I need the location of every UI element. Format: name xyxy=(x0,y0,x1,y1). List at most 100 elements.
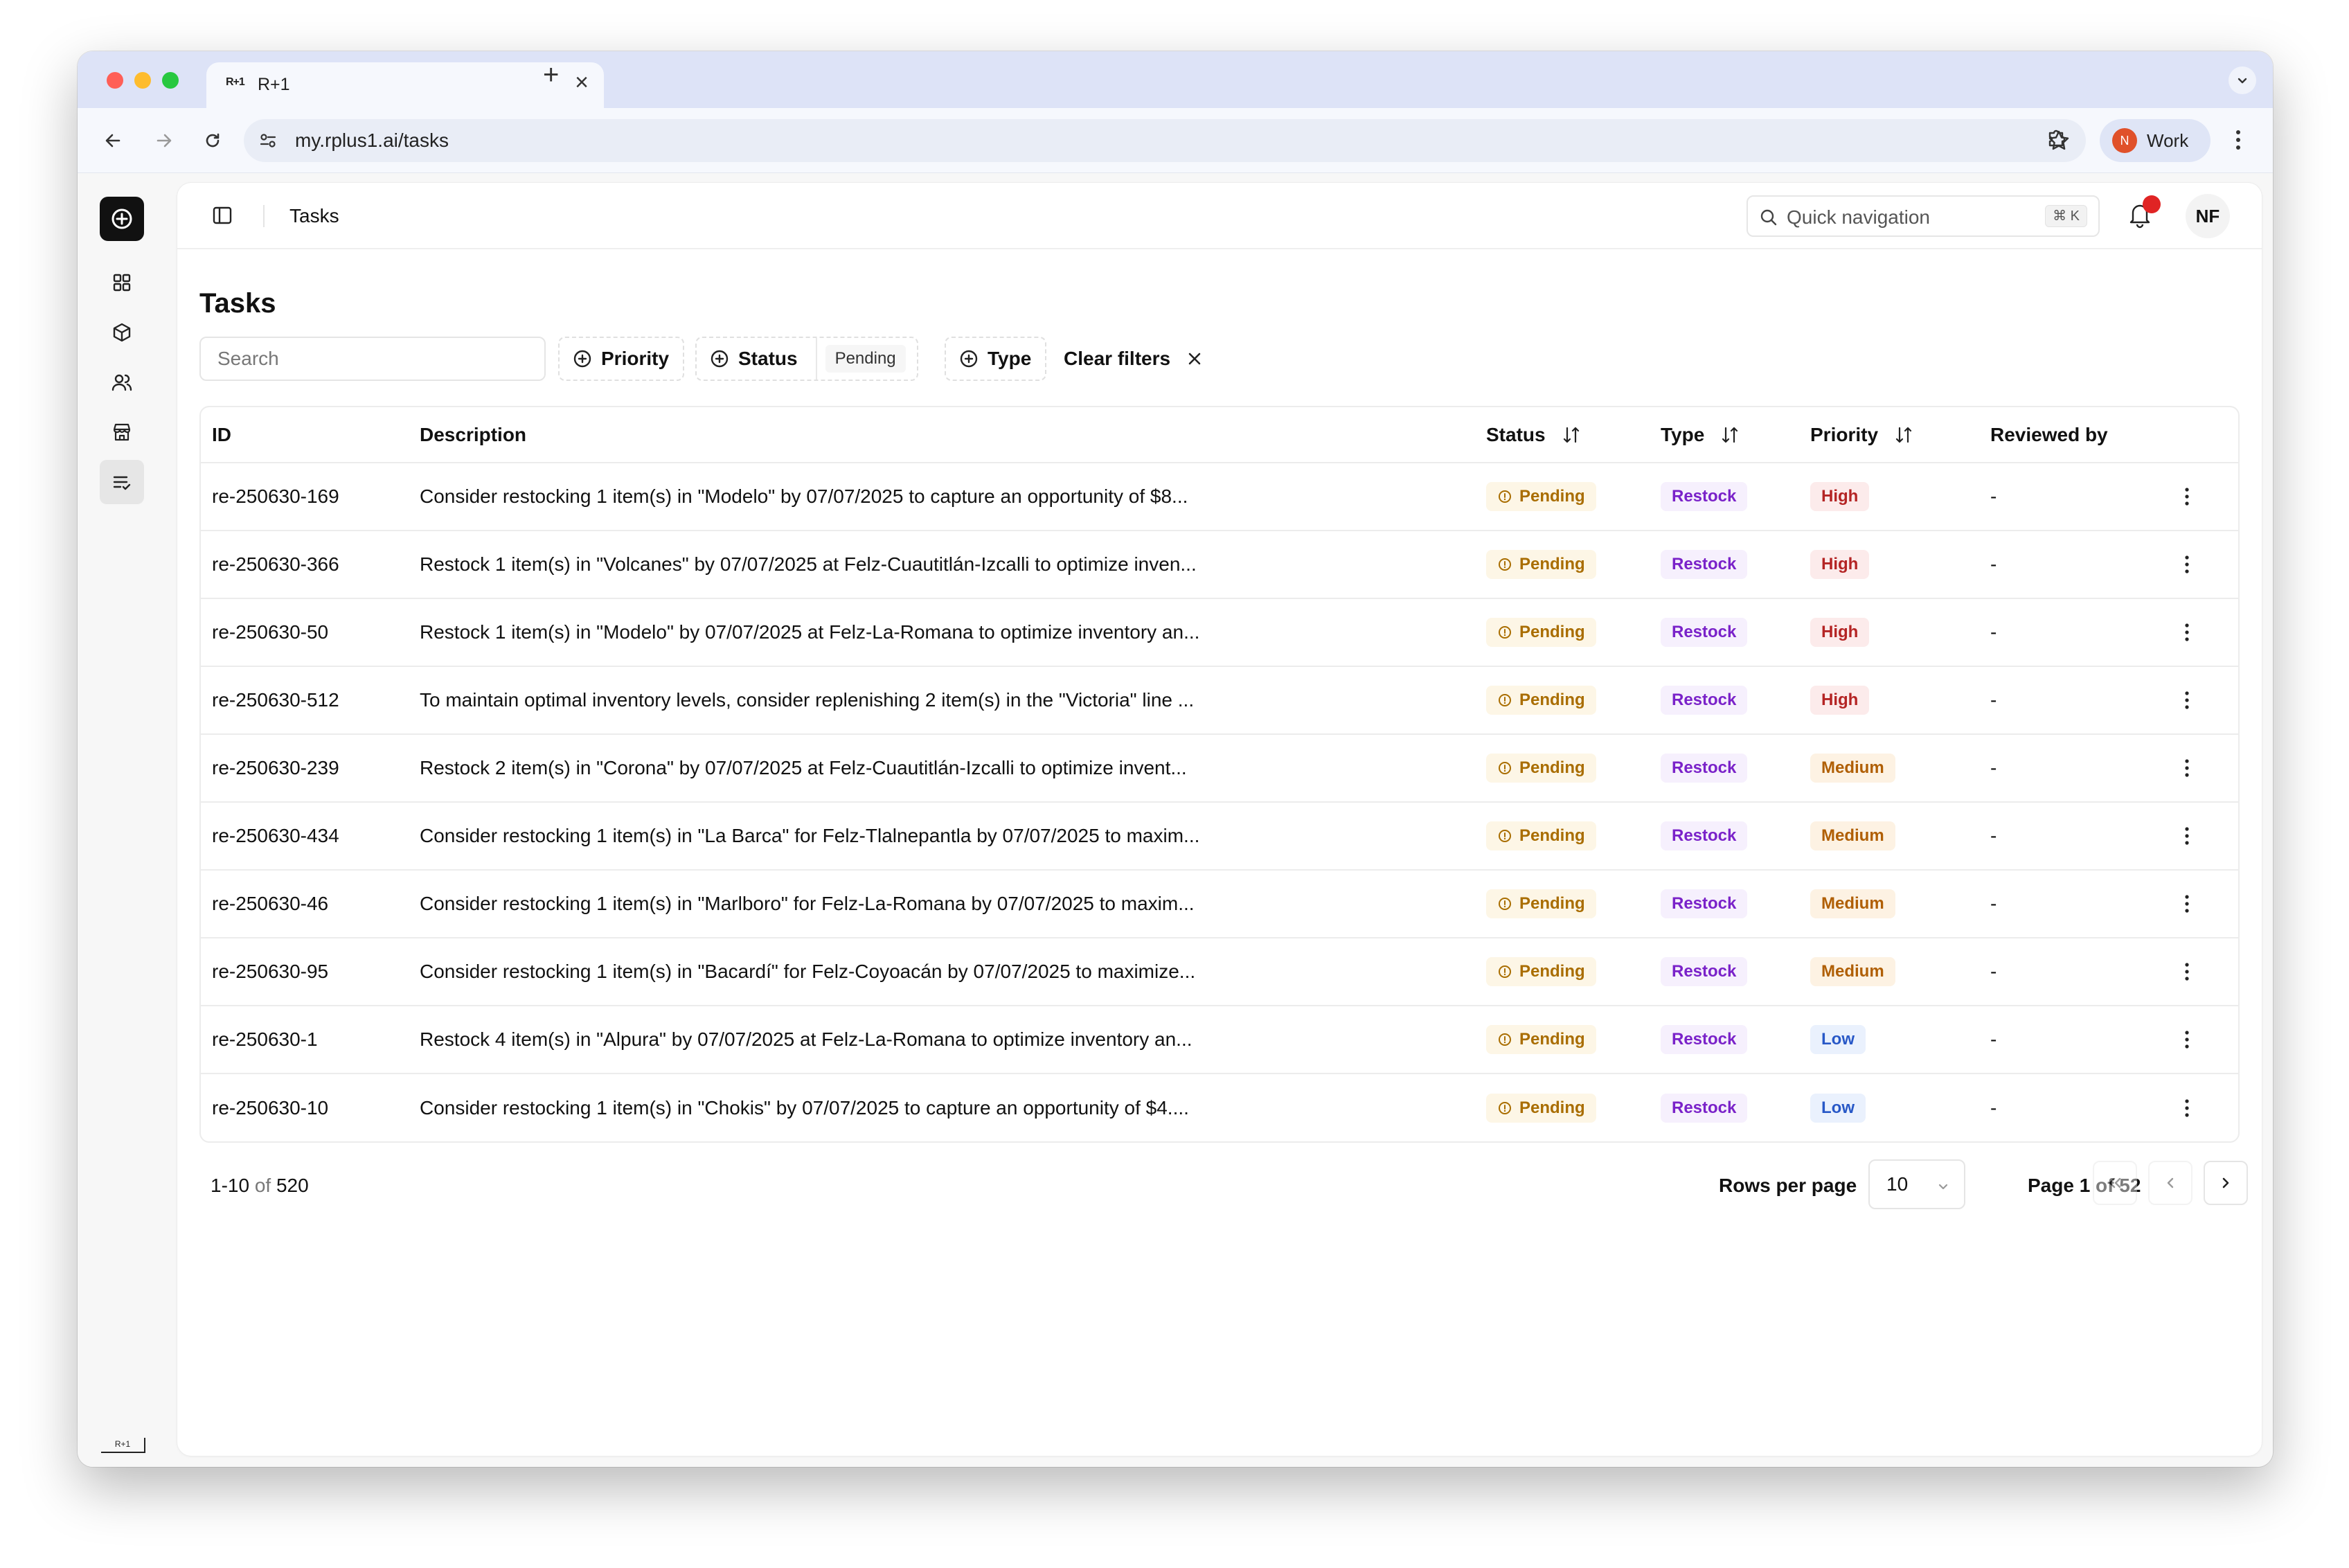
clock-alert-icon xyxy=(1499,1101,1511,1114)
plus-circle-icon xyxy=(960,350,978,368)
table-row[interactable]: re-250630-10 Consider restocking 1 item(s… xyxy=(201,1073,2238,1141)
clock-alert-icon xyxy=(1499,830,1511,842)
task-id: re-250630-366 xyxy=(201,531,409,599)
close-window-button[interactable] xyxy=(107,72,123,89)
user-avatar[interactable]: NF xyxy=(2186,194,2230,238)
minimize-window-button[interactable] xyxy=(134,72,151,89)
chevron-down-icon xyxy=(2238,78,2247,84)
status-filter-button[interactable]: Status Pending xyxy=(695,337,918,381)
address-bar[interactable]: my.rplus1.ai/tasks xyxy=(244,119,2086,162)
sidebar-item-stores[interactable] xyxy=(100,410,144,454)
status-badge-label: Pending xyxy=(1519,962,1585,981)
main-content: Tasks Quick navigation ⌘ K NF Tasks Sear… xyxy=(177,183,2262,1456)
next-page-button[interactable] xyxy=(2204,1161,2248,1205)
task-id: re-250630-434 xyxy=(201,802,409,871)
status-badge-label: Pending xyxy=(1519,555,1585,573)
task-status-cell: Pending xyxy=(1475,666,1650,735)
type-badge: Restock xyxy=(1661,1093,1748,1123)
package-icon xyxy=(113,323,131,342)
row-actions-menu-icon[interactable] xyxy=(2170,1092,2204,1125)
status-badge-label: Pending xyxy=(1519,691,1585,709)
sidebar-item-tasks[interactable] xyxy=(100,460,144,504)
notification-dot xyxy=(2143,195,2161,213)
arrow-left-icon xyxy=(105,134,120,148)
profile-avatar: N xyxy=(2112,128,2137,153)
column-header-priority[interactable]: Priority xyxy=(1799,407,1979,463)
column-header-type[interactable]: Type xyxy=(1650,407,1799,463)
clock-alert-icon xyxy=(1499,626,1511,639)
row-actions-menu-icon[interactable] xyxy=(2170,616,2204,649)
priority-filter-button[interactable]: Priority xyxy=(558,337,685,381)
task-actions-cell xyxy=(2159,1073,2238,1141)
row-actions-menu-icon[interactable] xyxy=(2170,819,2204,853)
task-type-cell: Restock xyxy=(1650,531,1799,599)
status-badge: Pending xyxy=(1486,754,1596,783)
table-row[interactable]: re-250630-46 Consider restocking 1 item(s… xyxy=(201,870,2238,938)
clock-alert-icon xyxy=(1499,490,1511,503)
tab-close-icon[interactable]: × xyxy=(575,71,589,94)
table-row[interactable]: re-250630-512 To maintain optimal invento… xyxy=(201,666,2238,735)
row-actions-menu-icon[interactable] xyxy=(2170,751,2204,785)
first-page-button[interactable] xyxy=(2093,1161,2137,1205)
table-row[interactable]: re-250630-239 Restock 2 item(s) in "Coron… xyxy=(201,734,2238,803)
back-button[interactable] xyxy=(97,125,129,157)
rows-per-page-select[interactable]: 10 xyxy=(1868,1159,1965,1209)
task-actions-cell xyxy=(2159,802,2238,871)
type-badge: Restock xyxy=(1661,821,1748,850)
clock-alert-icon xyxy=(1499,1033,1511,1046)
quick-navigation-search[interactable]: Quick navigation ⌘ K xyxy=(1747,195,2100,237)
task-status-cell: Pending xyxy=(1475,870,1650,938)
task-status-cell: Pending xyxy=(1475,938,1650,1006)
app-logo[interactable] xyxy=(100,197,144,241)
sidebar-panel-icon xyxy=(213,206,232,224)
tab-search-dropdown-button[interactable] xyxy=(2229,66,2256,94)
sidebar-toggle-button[interactable] xyxy=(211,204,234,231)
table-row[interactable]: re-250630-50 Restock 1 item(s) in "Modelo… xyxy=(201,598,2238,667)
table-row[interactable]: re-250630-366 Restock 1 item(s) in "Volca… xyxy=(201,531,2238,599)
site-info-icon[interactable] xyxy=(255,127,281,154)
table-row[interactable]: re-250630-434 Consider restocking 1 item(… xyxy=(201,802,2238,871)
chevron-left-icon xyxy=(2167,1177,2174,1188)
row-actions-menu-icon[interactable] xyxy=(2170,887,2204,920)
new-tab-icon[interactable]: + xyxy=(543,61,559,89)
browser-menu-icon[interactable] xyxy=(2231,126,2245,157)
tab-favicon: R+1 xyxy=(226,76,245,88)
maximize-window-button[interactable] xyxy=(162,72,179,89)
sidebar-item-dashboard[interactable] xyxy=(100,260,144,305)
task-status-cell: Pending xyxy=(1475,598,1650,667)
task-priority-cell: High xyxy=(1799,463,1979,531)
task-priority-cell: High xyxy=(1799,531,1979,599)
table-row[interactable]: re-250630-169 Consider restocking 1 item(… xyxy=(201,463,2238,531)
status-badge: Pending xyxy=(1486,686,1596,715)
task-description: Restock 1 item(s) in "Modelo" by 07/07/2… xyxy=(409,598,1475,667)
task-type-cell: Restock xyxy=(1650,463,1799,531)
search-input[interactable] xyxy=(199,337,546,381)
sidebar-item-users[interactable] xyxy=(100,360,144,404)
priority-badge: Low xyxy=(1810,1025,1866,1054)
extensions-puzzle-icon[interactable] xyxy=(2044,125,2069,153)
priority-filter-label: Priority xyxy=(601,348,670,369)
type-filter-button[interactable]: Type xyxy=(945,337,1047,381)
sort-icon xyxy=(1563,427,1579,443)
table-row[interactable]: re-250630-95 Consider restocking 1 item(s… xyxy=(201,938,2238,1006)
app-header: Tasks Quick navigation ⌘ K NF xyxy=(177,183,2262,249)
task-type-cell: Restock xyxy=(1650,734,1799,803)
clock-alert-icon xyxy=(1499,965,1511,978)
row-actions-menu-icon[interactable] xyxy=(2170,548,2204,581)
task-priority-cell: High xyxy=(1799,598,1979,667)
sidebar-item-products[interactable] xyxy=(100,310,144,355)
column-header-status[interactable]: Status xyxy=(1475,407,1650,463)
profile-button[interactable]: N Work xyxy=(2100,119,2210,162)
row-actions-menu-icon[interactable] xyxy=(2170,480,2204,513)
previous-page-button[interactable] xyxy=(2148,1161,2192,1205)
row-actions-menu-icon[interactable] xyxy=(2170,1023,2204,1056)
row-actions-menu-icon[interactable] xyxy=(2170,955,2204,988)
users-icon xyxy=(111,374,132,391)
row-actions-menu-icon[interactable] xyxy=(2170,684,2204,717)
tasks-list-icon xyxy=(113,476,131,490)
task-reviewed-by: - xyxy=(1979,870,2159,938)
forward-button[interactable] xyxy=(148,125,180,157)
table-row[interactable]: re-250630-1 Restock 4 item(s) in "Alpura"… xyxy=(201,1006,2238,1074)
reload-button[interactable] xyxy=(197,125,229,157)
clear-filters-button[interactable]: Clear filters xyxy=(1064,337,1204,381)
